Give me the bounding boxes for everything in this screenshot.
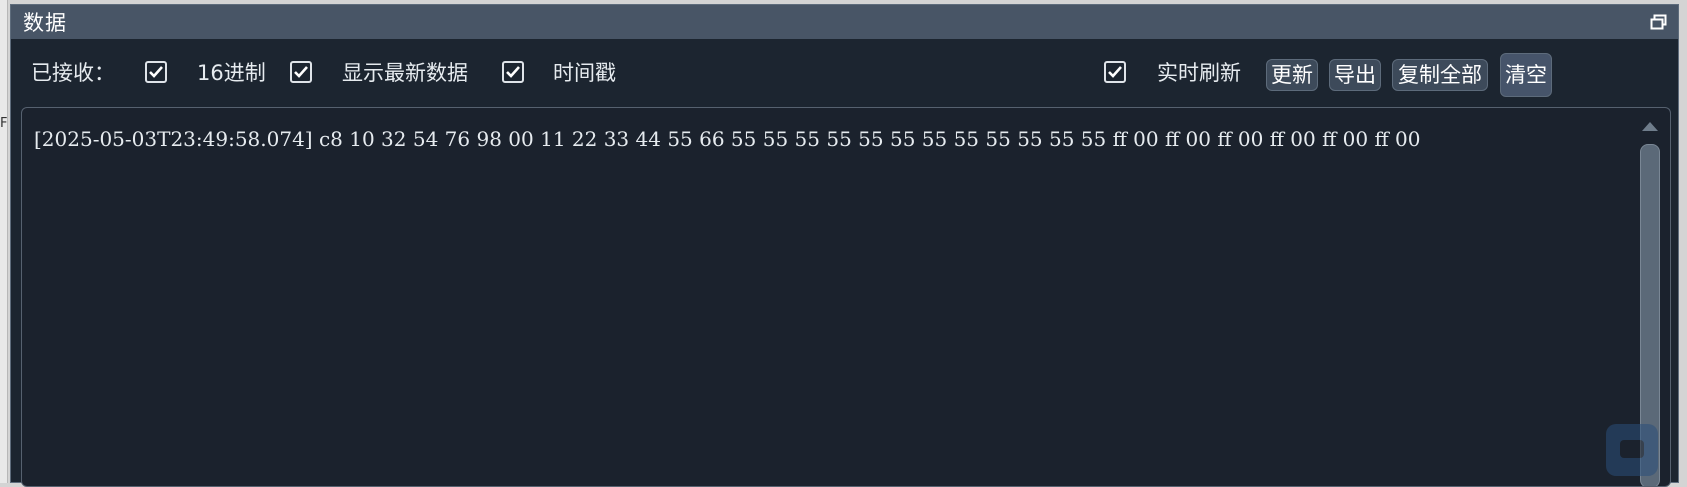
received-label: 已接收： (31, 61, 115, 85)
watermark-logo-inner (1620, 440, 1644, 458)
scroll-up-arrow-icon[interactable] (1642, 122, 1658, 131)
check-icon (149, 66, 163, 78)
latest-data-label: 显示最新数据 (342, 61, 468, 85)
export-button[interactable]: 导出 (1329, 59, 1381, 91)
left-edge-mark: F (0, 116, 8, 131)
timestamp-label: 时间戳 (553, 61, 616, 85)
panel-title-bar[interactable]: 数据 (11, 5, 1678, 39)
check-icon (506, 66, 520, 78)
timestamp-checkbox[interactable] (502, 61, 524, 83)
latest-data-checkbox[interactable] (290, 61, 312, 83)
realtime-refresh-checkbox[interactable] (1104, 61, 1126, 83)
check-icon (294, 66, 308, 78)
log-line: [2025-05-03T23:49:58.074] c8 10 32 54 76… (34, 127, 1421, 151)
data-log-area[interactable]: [2025-05-03T23:49:58.074] c8 10 32 54 76… (21, 107, 1671, 487)
hex-label: 16进制 (197, 61, 266, 85)
hex-checkbox[interactable] (145, 61, 167, 83)
copy-all-button[interactable]: 复制全部 (1392, 59, 1488, 91)
left-edge-strip: F (0, 0, 8, 483)
update-button[interactable]: 更新 (1266, 59, 1318, 91)
clear-button[interactable]: 清空 (1500, 53, 1552, 97)
restore-window-icon[interactable] (1650, 14, 1668, 30)
watermark-logo-icon (1606, 424, 1658, 476)
check-icon (1108, 66, 1122, 78)
toolbar: 已接收： 16进制 显示最新数据 时间戳 实时刷新 更新 导出 复制全部 清空 (11, 39, 1678, 105)
panel-title: 数据 (23, 11, 67, 35)
data-panel: 数据 已接收： 16进制 显示最新数据 时间戳 实时刷新 更新 导出 复制全部 … (10, 4, 1679, 487)
realtime-refresh-label: 实时刷新 (1157, 61, 1241, 85)
